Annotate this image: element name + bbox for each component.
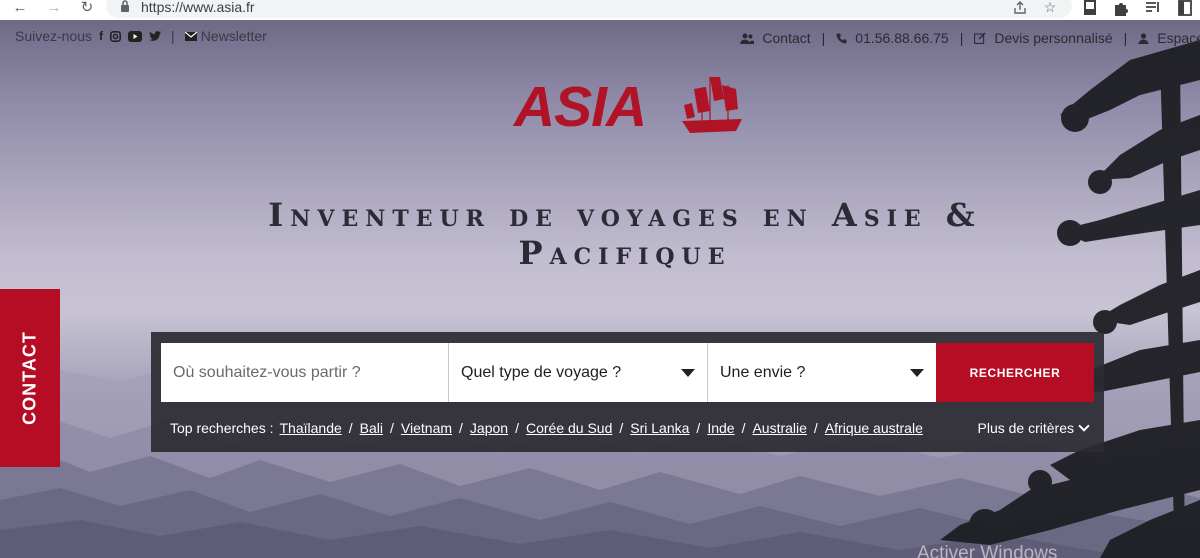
trip-type-select[interactable]: Quel type de voyage ? [449,343,708,402]
back-arrow-icon[interactable]: ← [10,0,30,16]
separator: / [348,420,353,436]
account-link[interactable]: Espace [1157,30,1200,46]
desire-select[interactable]: Une envie ? [708,343,936,402]
separator: / [390,420,394,436]
logo-wordmark: ASIA [514,75,647,139]
separator: / [459,420,463,436]
contact-side-tab[interactable]: CONTACT [0,289,60,467]
page-headline: Inventeur de voyages en Asie & Pacifique [268,196,982,272]
url-text[interactable]: https://www.asia.fr [141,0,255,15]
phone-icon [836,33,847,43]
top-search-link-coree-du-sud[interactable]: Corée du Sud [526,420,612,436]
more-criteria-toggle[interactable]: Plus de critères [977,419,1090,436]
destination-input[interactable] [161,343,448,402]
trip-type-value: Quel type de voyage ? [461,364,622,381]
sidebar-icon[interactable] [1176,0,1194,17]
share-icon[interactable] [1011,0,1029,17]
top-search-link-sri-lanka[interactable]: Sri Lanka [630,420,689,436]
phone-link[interactable]: 01.56.88.66.75 [855,30,948,46]
separator: / [741,420,746,436]
more-criteria-label: Plus de critères [977,420,1074,436]
follow-label: Suivez-nous [15,28,93,44]
desire-value: Une envie ? [720,364,806,381]
top-searches-label: Top recherches : [170,420,274,436]
reload-icon[interactable]: ↻ [77,0,97,16]
search-panel: Quel type de voyage ? Une envie ? RECHER… [151,332,1104,452]
top-search-link-vietnam[interactable]: Vietnam [401,420,452,436]
facebook-icon[interactable]: f [99,29,103,43]
social-bar: Suivez-nous f | Newsletter [15,28,267,44]
top-search-link-afrique-australe[interactable]: Afrique australe [825,420,923,436]
edit-icon [974,32,986,44]
contact-link[interactable]: Contact [762,30,810,46]
newsletter-link[interactable]: Newsletter [201,28,267,44]
destination-field-wrap [161,343,449,402]
twitter-icon[interactable] [149,31,162,41]
caret-down-icon [910,369,924,377]
caret-down-icon [681,369,695,377]
top-search-link-bali[interactable]: Bali [360,420,383,436]
puzzle-icon[interactable] [1112,0,1130,17]
forward-arrow-icon[interactable]: → [44,0,64,16]
windows-activation-watermark: Activer Windows [917,543,1058,558]
top-search-link-japon[interactable]: Japon [470,420,508,436]
contact-tab-label: CONTACT [19,331,40,425]
quote-link[interactable]: Devis personnalisé [994,30,1112,46]
separator: / [619,420,624,436]
separator: | [171,28,175,44]
junk-boat-icon [682,77,742,133]
separator: | [959,30,964,46]
top-search-link-australie[interactable]: Australie [752,420,806,436]
instagram-icon[interactable] [110,30,122,42]
separator: / [813,420,818,436]
asia-logo[interactable]: ASIA [514,75,744,139]
top-search-link-inde[interactable]: Inde [707,420,734,436]
separator: | [1123,30,1128,46]
user-icon [1138,32,1149,44]
contact-people-icon [740,33,755,44]
reading-list-icon[interactable] [1144,0,1162,17]
separator: / [696,420,701,436]
separator: / [515,420,519,436]
top-search-link-thailande[interactable]: Thaïlande [280,420,342,436]
browser-toolbar: ← → ↻ https://www.asia.fr ☆ [0,0,1200,20]
lock-icon [121,0,129,12]
search-button[interactable]: RECHERCHER [936,343,1094,402]
top-searches: Top recherches : Thaïlande / Bali / Viet… [170,420,923,436]
chevron-down-icon [1078,419,1090,432]
separator: | [821,30,826,46]
extension-icon[interactable] [1081,0,1099,17]
youtube-icon[interactable] [128,30,143,42]
star-icon[interactable]: ☆ [1041,0,1059,17]
mail-icon [184,31,197,41]
top-nav: Contact | 01.56.88.66.75 | Devis personn… [740,30,1200,46]
